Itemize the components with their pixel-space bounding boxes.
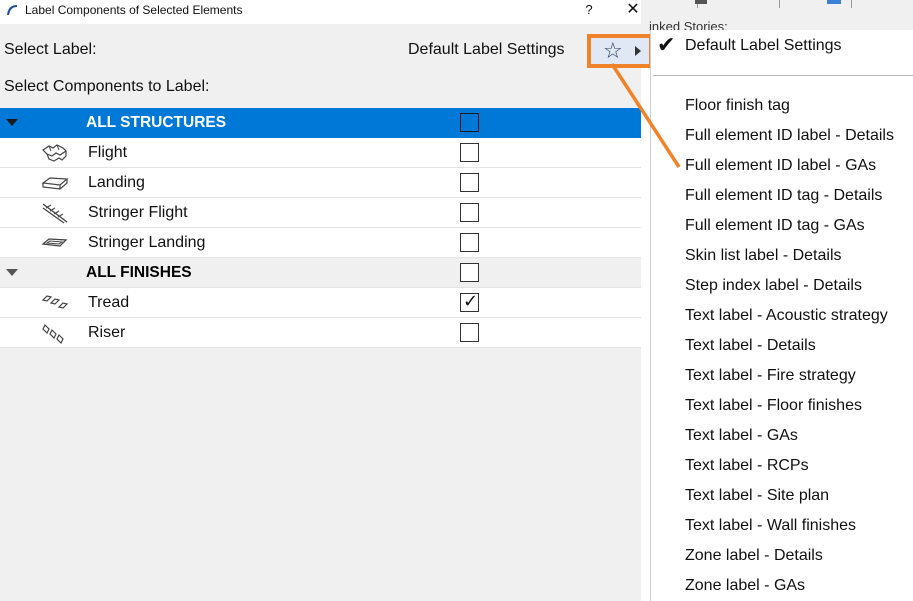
components-table: ALL STRUCTURES Flight Landing Stringer F… [0,108,641,348]
component-row[interactable]: Flight [0,138,641,168]
toolbar-divider [779,0,780,8]
menu-item[interactable]: Text label - GAs [685,427,798,445]
menu-item[interactable]: Floor finish tag [685,97,790,115]
component-label: Tread [88,294,130,311]
menu-item[interactable]: Text label - Floor finishes [685,397,862,415]
submenu-arrow-icon [635,46,641,56]
close-button[interactable]: ✕ [618,0,648,22]
riser-icon [42,323,64,344]
toolbar-icon [827,0,841,4]
tread-icon [41,295,69,309]
group-title: ALL FINISHES [86,264,192,281]
component-row[interactable]: Landing [0,168,641,198]
checkmark-icon: ✓ [463,291,479,311]
flight-icon [42,144,67,162]
group-title: ALL STRUCTURES [86,114,227,131]
help-button[interactable]: ? [574,0,604,22]
dialog-title: Label Components of Selected Elements [25,3,243,17]
stringer-flight-icon [42,203,68,224]
component-checkbox[interactable] [460,143,479,162]
component-row[interactable]: Stringer Landing [0,228,641,258]
menu-item[interactable]: Full element ID label - Details [685,127,894,145]
collapse-caret-icon[interactable] [6,119,18,126]
stringer-landing-icon [41,238,68,247]
landing-icon [41,177,69,190]
components-heading: Select Components to Label: [4,78,210,95]
toolbar-icon [695,0,707,4]
component-checkbox[interactable] [460,203,479,222]
component-checkbox[interactable] [460,323,479,342]
component-label: Stringer Landing [88,234,206,251]
component-label: Riser [88,324,126,341]
menu-item[interactable]: Text label - Fire strategy [685,367,856,385]
select-label-heading: Select Label: [4,41,97,58]
menu-item[interactable]: Full element ID label - GAs [685,157,876,175]
menu-item[interactable]: Zone label - GAs [685,577,805,595]
group-checkbox[interactable] [460,113,479,132]
checkmark-icon: ✔ [657,32,676,57]
component-row[interactable]: Riser [0,318,641,348]
favorites-button[interactable]: ☆ [587,34,653,68]
component-checkbox[interactable] [460,173,479,192]
component-row[interactable]: Stringer Flight [0,198,641,228]
component-checkbox[interactable]: ✓ [460,291,479,312]
group-checkbox[interactable] [460,263,479,282]
menu-item[interactable]: Zone label - Details [685,547,823,565]
menu-item[interactable]: Skin list label - Details [685,247,842,265]
menu-item[interactable]: Full element ID tag - GAs [685,217,865,235]
group-row-all-structures[interactable]: ALL STRUCTURES [0,108,641,138]
component-label: Landing [88,174,145,191]
component-label: Flight [88,144,128,161]
label-favorites-menu: ✔ Default Label Settings Floor finish ta… [650,30,913,601]
app-logo-icon [7,5,17,15]
toolbar-divider [851,0,852,8]
component-checkbox[interactable] [460,233,479,252]
menu-item[interactable]: Text label - Wall finishes [685,517,856,535]
component-label: Stringer Flight [88,204,188,221]
menu-item[interactable]: Text label - Site plan [685,487,829,505]
menu-item[interactable]: Step index label - Details [685,277,862,295]
group-row-all-finishes[interactable]: ALL FINISHES [0,258,641,288]
menu-item[interactable]: Full element ID tag - Details [685,187,882,205]
dialog-content: Select Label: Default Label Settings ☆ S… [0,24,653,601]
menu-item[interactable]: Text label - Acoustic strategy [685,307,888,325]
background-toolbar [641,0,913,8]
star-icon: ☆ [603,38,623,63]
collapse-caret-icon[interactable] [6,269,18,276]
title-bar: Label Components of Selected Elements ? … [0,0,641,24]
menu-item[interactable]: Text label - Details [685,337,816,355]
menu-separator [653,75,913,76]
current-label-value[interactable]: Default Label Settings [408,41,565,59]
menu-item-checked[interactable]: Default Label Settings [685,37,842,55]
component-row[interactable]: Tread ✓ [0,288,641,318]
label-components-dialog: Label Components of Selected Elements ? … [0,0,653,601]
menu-item[interactable]: Text label - RCPs [685,457,809,475]
